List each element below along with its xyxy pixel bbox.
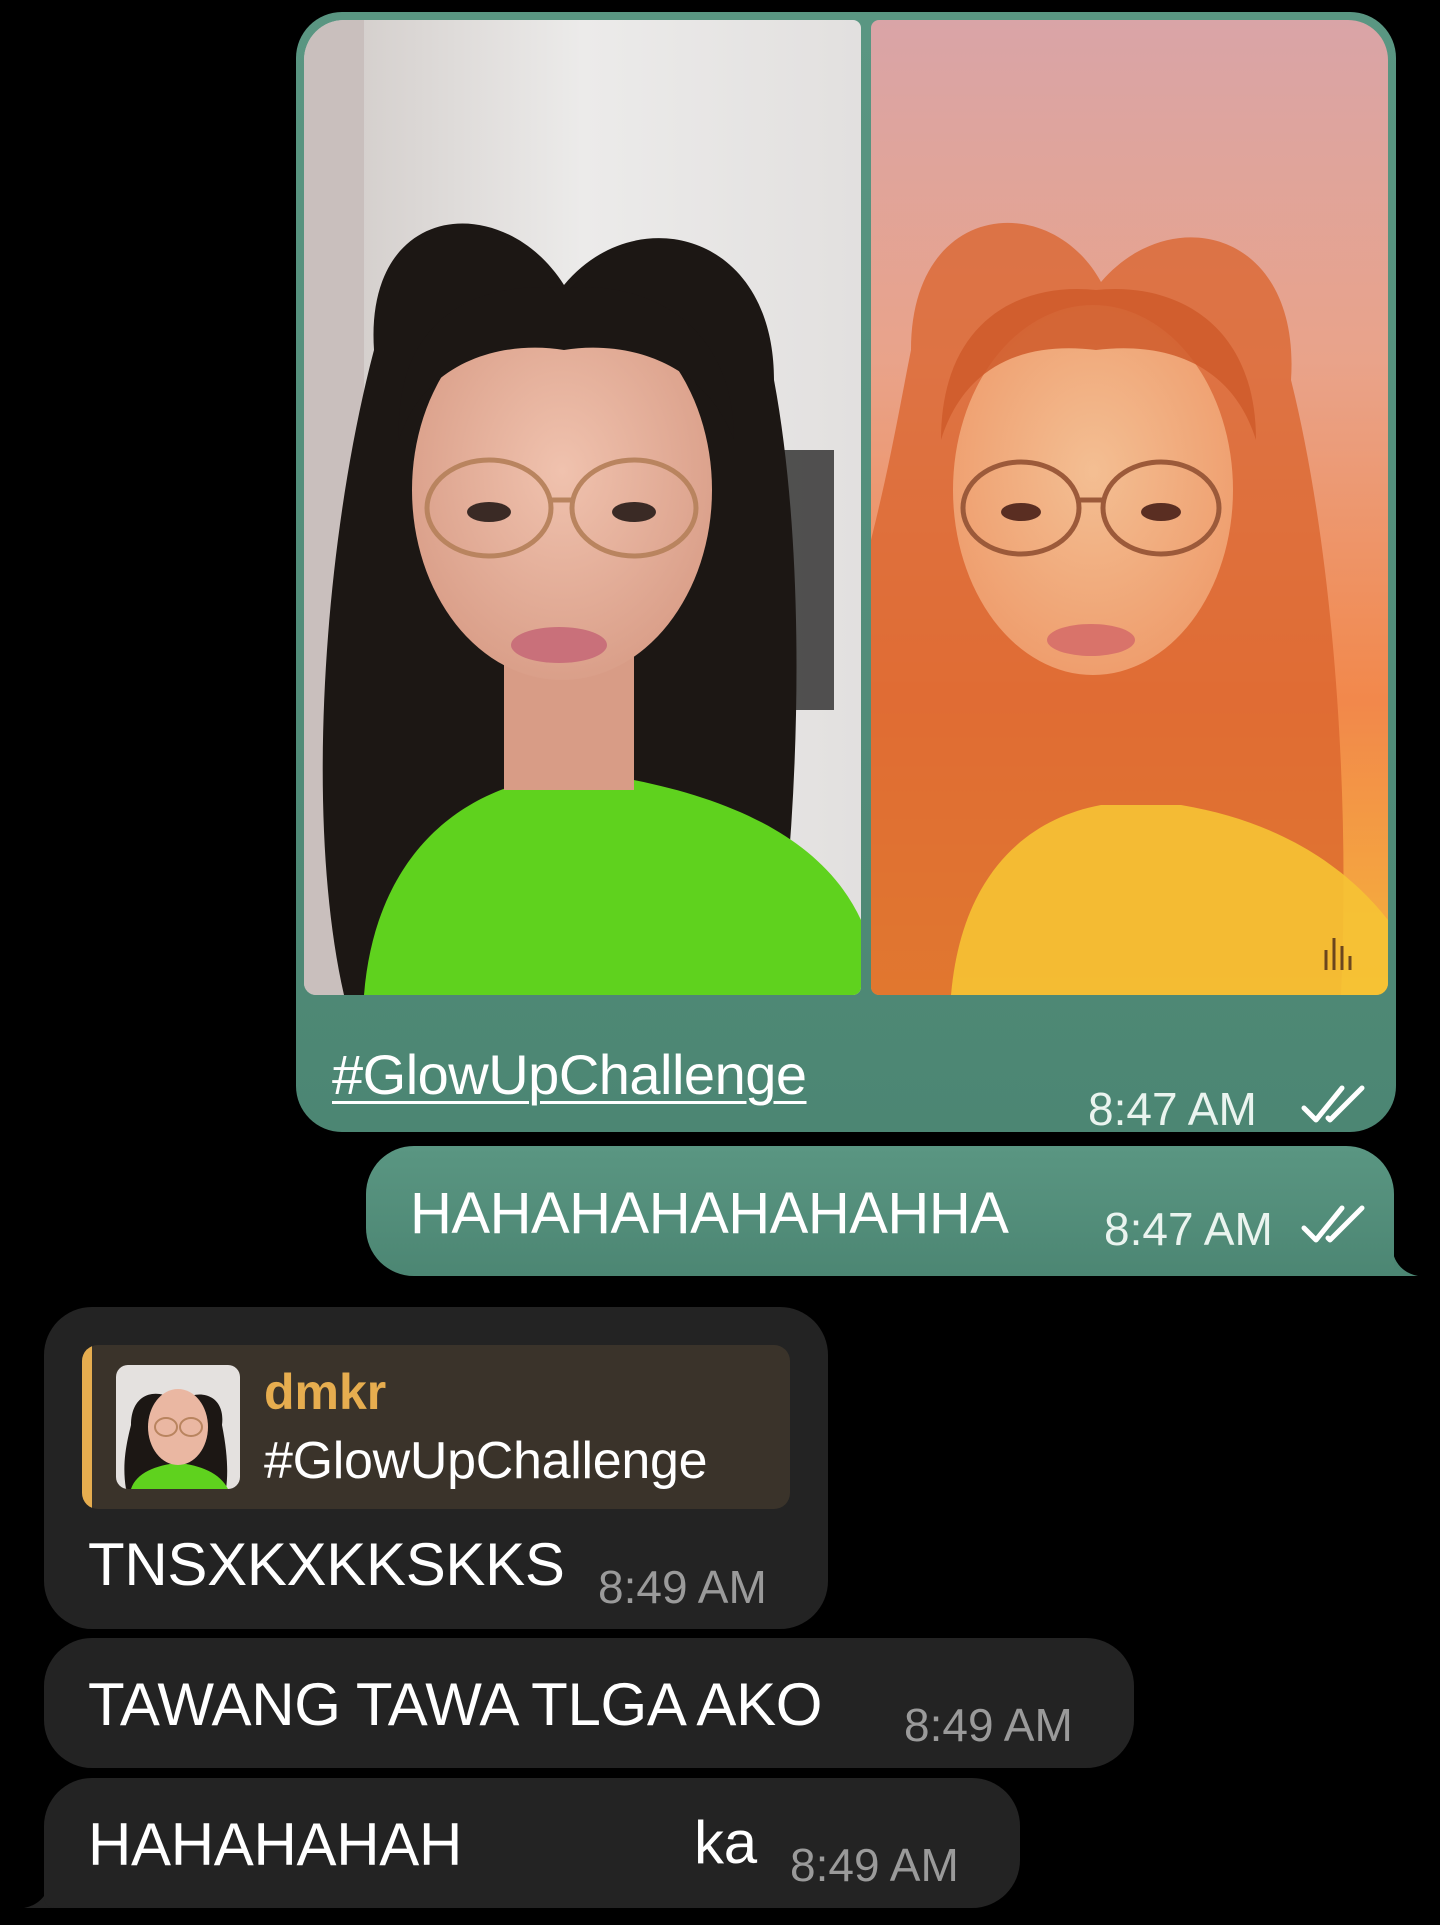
- hashtag-link[interactable]: #GlowUpChallenge: [332, 1042, 807, 1107]
- double-check-icon: [1301, 1085, 1365, 1123]
- message-text-end: ka: [694, 1809, 757, 1876]
- photo-filtered[interactable]: [871, 20, 1388, 995]
- quoted-text: #GlowUpChallenge: [264, 1432, 708, 1490]
- quoted-photo-thumbnail: [116, 1365, 240, 1489]
- message-time: 8:49 AM: [904, 1699, 1073, 1751]
- message-text-start: HAHAHAHAH: [88, 1811, 463, 1878]
- message-time: 8:47 AM: [1104, 1203, 1273, 1255]
- media-message-bubble[interactable]: #GlowUpChallenge 8:47 AM: [296, 12, 1396, 1135]
- message-text: TAWANG TAWA TLGA AKO: [88, 1671, 823, 1738]
- photo-original[interactable]: [304, 20, 861, 995]
- reply-accent-bar: [82, 1345, 92, 1509]
- laugh-message-bubble[interactable]: HAHAHAHAHAHAHHA 8:47 AM: [366, 1146, 1394, 1276]
- selfie-image: [304, 20, 861, 995]
- message-text: HAHAHAHAHAHAHHA: [410, 1181, 1009, 1246]
- last-message-bubble[interactable]: HAHAHAHAH ka 8:49 AM: [44, 1778, 1020, 1908]
- tawa-message-bubble[interactable]: TAWANG TAWA TLGA AKO 8:49 AM: [44, 1638, 1134, 1768]
- message-time: 8:47 AM: [1088, 1083, 1257, 1135]
- message-time: 8:49 AM: [598, 1561, 767, 1613]
- double-check-icon: [1301, 1205, 1365, 1243]
- filtered-selfie-image: [871, 20, 1388, 995]
- quoted-author: dmkr: [264, 1364, 387, 1420]
- quoted-message[interactable]: dmkr #GlowUpChallenge: [82, 1345, 790, 1509]
- message-time: 8:49 AM: [790, 1839, 959, 1891]
- message-text: TNSXKXKKSKKS: [88, 1531, 565, 1598]
